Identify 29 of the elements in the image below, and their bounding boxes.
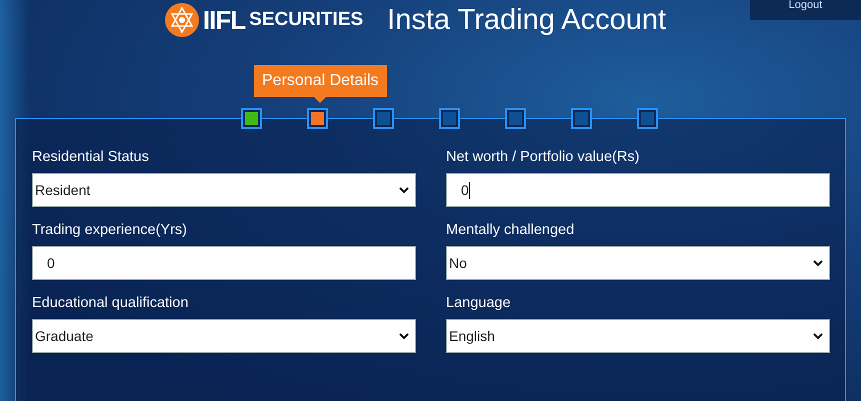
logout-link[interactable]: Logout bbox=[750, 0, 861, 20]
field-label: Trading experience(Yrs) bbox=[32, 222, 188, 238]
step-tooltip: Personal Details bbox=[254, 65, 386, 97]
page-title: Insta Trading Account bbox=[387, 4, 666, 36]
input-field[interactable]: 0 bbox=[32, 246, 416, 280]
step-marker[interactable] bbox=[637, 108, 658, 129]
step-marker[interactable] bbox=[241, 108, 262, 129]
step-marker[interactable] bbox=[571, 108, 592, 129]
logo-icon bbox=[164, 3, 199, 37]
select-field[interactable]: English bbox=[446, 319, 830, 353]
input-field[interactable]: 0 bbox=[446, 173, 830, 207]
chevron-down-icon bbox=[399, 186, 409, 194]
tooltip-pointer-icon bbox=[314, 97, 326, 103]
chevron-down-icon bbox=[399, 332, 409, 340]
step-marker[interactable] bbox=[373, 108, 394, 129]
select-field[interactable]: No bbox=[446, 246, 830, 280]
field-label: Educational qualification bbox=[32, 295, 190, 311]
chevron-down-icon bbox=[813, 260, 823, 266]
select-field[interactable]: Graduate bbox=[32, 319, 416, 353]
select-field[interactable]: Resident bbox=[32, 173, 416, 207]
field-label: Mentally challenged bbox=[446, 222, 576, 238]
chevron-down-icon bbox=[813, 332, 823, 340]
step-marker[interactable] bbox=[505, 108, 526, 129]
brand-tagline: SECURITIES bbox=[249, 9, 364, 31]
field-label: Language bbox=[446, 295, 512, 311]
field-label: Net worth / Portfolio value(Rs) bbox=[446, 149, 640, 165]
field-label: Residential Status bbox=[32, 149, 150, 165]
step-marker[interactable] bbox=[439, 108, 460, 129]
brand-name: IIFL bbox=[202, 4, 246, 36]
